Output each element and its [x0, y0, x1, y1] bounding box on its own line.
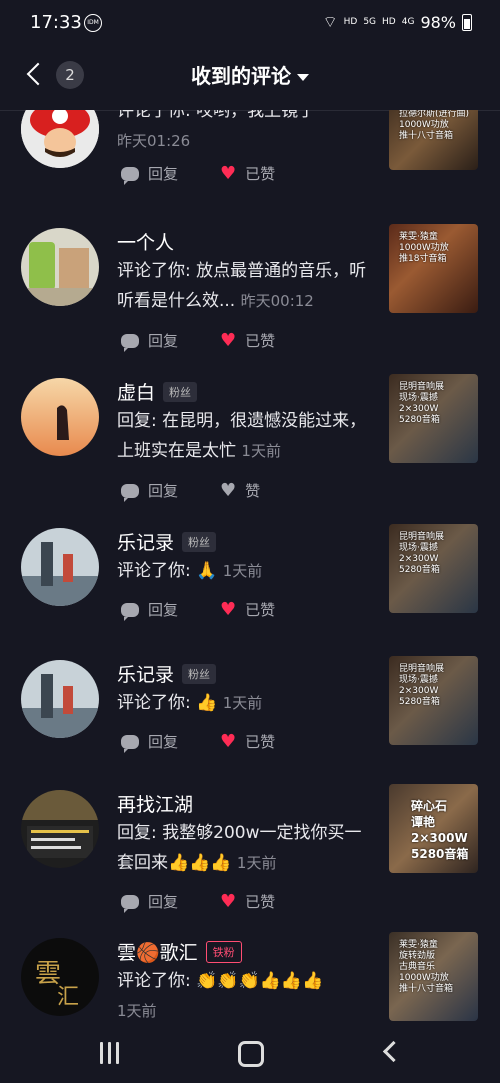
chat-bubble-icon [121, 894, 139, 913]
status-icons: ⌔ HD 5G HD 4G 98% [323, 12, 472, 32]
comment-actions: 回复 ♥ 已赞 [121, 163, 275, 185]
like-button[interactable]: ♥ 已赞 [220, 599, 275, 620]
chat-bubble-icon [121, 166, 139, 185]
comment-item[interactable]: 乐记录 粉丝 评论了你: 🙏 1天前 回复 ♥ 已赞 昆明音响展 现场·震撼 2×3… [0, 524, 500, 648]
comment-text[interactable]: 回复: 在昆明，很遗憾没能过来，上班实在是太忙 1天前 [117, 406, 372, 466]
user-name[interactable]: 乐记录 粉丝 [117, 528, 217, 555]
comment-item[interactable]: 再找江湖 回复: 我整够200w一定找你买一套回来👍👍👍 1天前 回复 ♥ 已赞 … [0, 784, 500, 930]
avatar[interactable]: 雲 汇 [21, 938, 99, 1016]
comment-item[interactable]: 评论了你: 哎哟，我上镜了 昨天01:26 回复 ♥已赞 莱雯·猿童 拉德尔斯(… [0, 110, 500, 240]
fan-badge: 粉丝 [182, 663, 217, 684]
comment-text[interactable]: 评论了你: 🙏 1天前 [117, 556, 372, 586]
like-button[interactable]: ♥ 已赞 [220, 330, 275, 351]
page-title[interactable]: 收到的评论 [0, 60, 500, 89]
comment-actions: 回复 ♥ 已赞 [121, 731, 275, 753]
hd-label-2: HD [382, 17, 396, 27]
reply-button[interactable]: 回复 [121, 599, 178, 621]
avatar[interactable] [21, 110, 99, 168]
comment-actions: 回复 ♥ 已赞 [121, 599, 275, 621]
like-button[interactable]: ♥ 已赞 [220, 163, 275, 184]
video-thumbnail[interactable]: 昆明音响展 现场·震撼 2×300W 5280音箱 [389, 656, 478, 745]
chat-bubble-icon [121, 602, 139, 621]
battery-percent: 98% [420, 12, 456, 32]
comment-actions: 回复 ♥ 已赞 [121, 891, 275, 913]
caret-down-icon [297, 74, 309, 81]
top-bar: 2 收到的评论 [0, 46, 500, 111]
reply-button[interactable]: 回复 [121, 891, 178, 913]
signal-5g: 5G [363, 17, 377, 27]
page-title-text: 收到的评论 [191, 64, 291, 88]
fan-badge: 粉丝 [182, 531, 217, 552]
chat-bubble-icon [121, 734, 139, 753]
user-name[interactable]: 乐记录 粉丝 [117, 660, 217, 687]
heart-icon: ♥ [220, 890, 237, 912]
reply-button[interactable]: 回复 [121, 163, 178, 185]
comment-text[interactable]: 回复: 我整够200w一定找你买一套回来👍👍👍 1天前 [117, 818, 372, 878]
video-thumbnail[interactable]: 昆明音响展 现场·震撼 2×300W 5280音箱 [389, 374, 478, 463]
video-thumbnail[interactable]: 碎心石 谭艳 2×300W 5280音箱 [389, 784, 478, 873]
video-thumbnail[interactable]: 莱雯·猿童 旋转劲版 古典音乐 1000W功放 推十八寸音箱 [389, 932, 478, 1021]
idm-icon: IDM [84, 14, 102, 32]
avatar[interactable] [21, 790, 99, 868]
system-nav-bar [0, 1028, 500, 1083]
comment-item[interactable]: 雲 汇 雲🏀歌汇 铁粉 评论了你: 👏👏👏👍👍👍 1天前 莱雯·猿童 旋转劲版 古… [0, 932, 500, 1028]
comment-item[interactable]: 一个人 评论了你: 放点最普通的音乐，听听看是什么效... 昨天00:12 回复… [0, 224, 500, 368]
fan-badge: 粉丝 [163, 381, 198, 402]
comment-list[interactable]: 评论了你: 哎哟，我上镜了 昨天01:26 回复 ♥已赞 莱雯·猿童 拉德尔斯(… [0, 110, 500, 1028]
hd-label-1: HD [343, 17, 358, 27]
back-icon[interactable] [382, 1040, 405, 1063]
avatar[interactable] [21, 660, 99, 738]
avatar[interactable] [21, 378, 99, 456]
comment-actions: 回复 ♥ 赞 [121, 480, 260, 502]
comment-text[interactable]: 评论了你: 👍 1天前 [117, 688, 372, 718]
comment-text[interactable]: 评论了你: 放点最普通的音乐，听听看是什么效... 昨天00:12 [117, 256, 372, 316]
wifi-icon: ⌔ [322, 12, 338, 31]
avatar[interactable] [21, 528, 99, 606]
chat-bubble-icon [121, 483, 139, 502]
heart-icon: ♥ [220, 479, 237, 501]
user-name[interactable]: 雲🏀歌汇 铁粉 [117, 938, 242, 965]
home-icon[interactable] [238, 1041, 264, 1067]
comment-text[interactable]: 评论了你: 哎哟，我上镜了 昨天01:26 [117, 110, 372, 156]
iron-fan-badge: 铁粉 [205, 940, 242, 963]
status-bar: 17:33 IDM ⌔ HD 5G HD 4G 98% [0, 0, 500, 46]
user-name[interactable]: 虚白 粉丝 [117, 378, 198, 405]
comment-item[interactable]: 乐记录 粉丝 评论了你: 👍 1天前 回复 ♥ 已赞 昆明音响展 现场·震撼 2×3… [0, 656, 500, 780]
user-name[interactable]: 再找江湖 [117, 790, 193, 817]
heart-icon: ♥ [220, 162, 237, 184]
battery-icon [462, 13, 472, 31]
reply-button[interactable]: 回复 [121, 480, 178, 502]
comment-actions: 回复 ♥ 已赞 [121, 330, 275, 352]
comment-text[interactable]: 评论了你: 👏👏👏👍👍👍 1天前 [117, 966, 372, 1026]
svg-text:汇: 汇 [57, 985, 79, 1010]
reply-button[interactable]: 回复 [121, 731, 178, 753]
video-thumbnail[interactable]: 莱雯·猿童 1000W功放 推18寸音箱 [389, 224, 478, 313]
recent-apps-icon[interactable] [100, 1042, 122, 1064]
reply-button[interactable]: 回复 [121, 330, 178, 352]
heart-icon: ♥ [220, 329, 237, 351]
like-button[interactable]: ♥ 已赞 [220, 731, 275, 752]
avatar[interactable] [21, 228, 99, 306]
heart-icon: ♥ [220, 598, 237, 620]
heart-icon: ♥ [220, 730, 237, 752]
video-thumbnail[interactable]: 莱雯·猿童 拉德尔斯(进行曲) 1000W功放 推十八寸音箱 [389, 110, 478, 170]
video-thumbnail[interactable]: 昆明音响展 现场·震撼 2×300W 5280音箱 [389, 524, 478, 613]
comment-item[interactable]: 虚白 粉丝 回复: 在昆明，很遗憾没能过来，上班实在是太忙 1天前 回复 ♥ 赞 昆… [0, 374, 500, 518]
like-button[interactable]: ♥ 赞 [220, 480, 260, 501]
status-time: 17:33 [30, 12, 82, 33]
user-name[interactable]: 一个人 [117, 228, 174, 255]
like-button[interactable]: ♥ 已赞 [220, 891, 275, 912]
signal-4g: 4G [401, 17, 415, 27]
chat-bubble-icon [121, 333, 139, 352]
